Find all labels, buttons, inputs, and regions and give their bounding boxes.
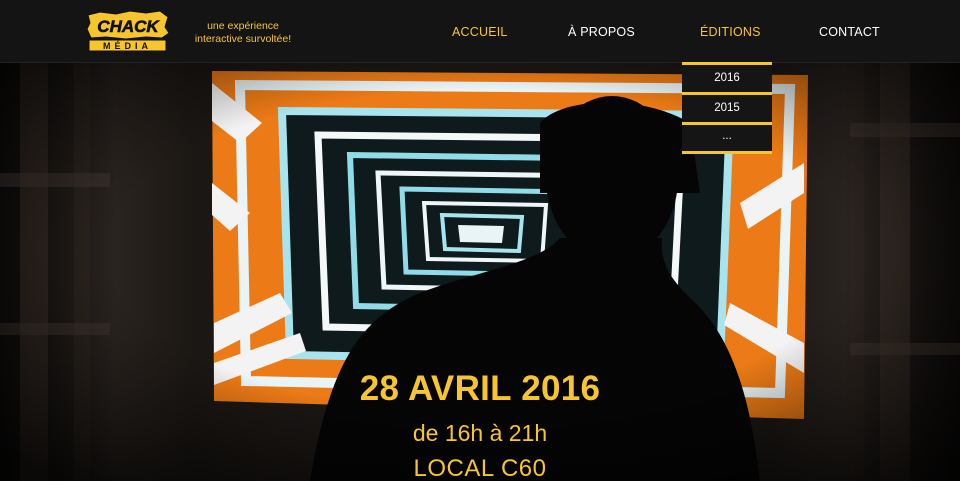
dropdown-item-2015[interactable]: 2015 [682,95,772,125]
hero-banner: 28 AVRIL 2016 de 16h à 21h LOCAL C60 [0,63,960,481]
logo-graphic: CHACK MÉDIA [86,11,170,52]
event-location: LOCAL C60 [413,455,547,481]
nav-accueil[interactable]: ACCUEIL [452,24,508,40]
editions-dropdown: 2016 2015 ... [682,62,772,154]
dropdown-item-more[interactable]: ... [682,125,772,154]
tagline-line2: interactive survoltée! [194,33,292,45]
event-date: 28 AVRIL 2016 [359,369,601,408]
dropdown-item-2016[interactable]: 2016 [682,65,772,95]
hero-background-image [0,63,960,481]
nav-contact[interactable]: CONTACT [819,24,880,40]
tagline: une expérience interactive survoltée! [188,20,298,46]
nav-editions[interactable]: ÉDITIONS [700,24,761,40]
site-header: CHACK MÉDIA une expérience interactive s… [0,0,960,63]
tagline-line1: une expérience [207,20,279,32]
logo-bottom-text: MÉDIA [103,41,152,51]
logo-top-text: CHACK [97,17,160,36]
event-time: de 16h à 21h [412,420,548,446]
nav-a-propos[interactable]: À PROPOS [568,24,635,40]
chack-media-logo[interactable]: CHACK MÉDIA [86,11,170,52]
